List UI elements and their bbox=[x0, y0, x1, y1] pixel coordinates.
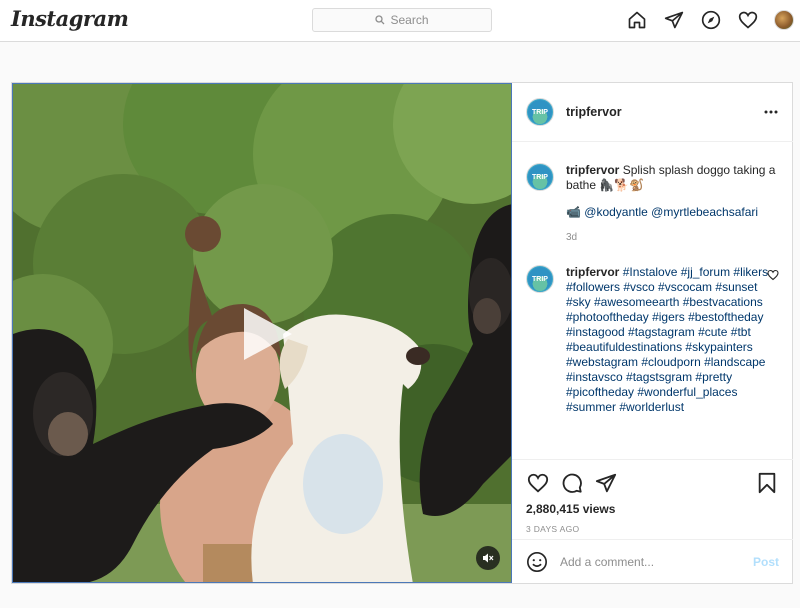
ellipsis-icon bbox=[764, 110, 778, 114]
save-icon[interactable] bbox=[755, 471, 779, 495]
comment-hashtags[interactable]: #Instalove #jj_forum #likers #followers … bbox=[566, 265, 768, 414]
caption-username[interactable]: tripfervor bbox=[566, 163, 619, 177]
mute-button[interactable] bbox=[476, 546, 500, 570]
post-actions: 2,880,415 views 3 DAYS AGO bbox=[512, 459, 793, 539]
caption-body: tripfervor Splish splash doggo taking a … bbox=[566, 163, 779, 245]
author-username[interactable]: tripfervor bbox=[566, 105, 622, 119]
avatar-logo: TRIP bbox=[528, 267, 552, 291]
home-icon[interactable] bbox=[626, 9, 648, 31]
comment-body: tripfervor #Instalove #jj_forum #likers … bbox=[566, 265, 779, 415]
heart-icon[interactable] bbox=[737, 9, 759, 31]
top-navigation-bar: Instagram Search bbox=[0, 0, 800, 42]
comment-username[interactable]: tripfervor bbox=[566, 265, 619, 279]
nav-icons bbox=[611, 9, 794, 31]
post-timestamp[interactable]: 3 DAYS AGO bbox=[526, 524, 779, 534]
avatar-logo: TRIP bbox=[528, 165, 552, 189]
avatar-logo: TRIP bbox=[528, 100, 552, 124]
post-header: TRIP tripfervor bbox=[512, 83, 793, 142]
search-icon bbox=[375, 15, 385, 25]
play-icon[interactable] bbox=[236, 304, 296, 364]
profile-avatar[interactable] bbox=[774, 10, 794, 30]
action-row bbox=[526, 468, 779, 498]
caption-mentions[interactable]: 📹 @kodyantle @myrtlebeachsafari bbox=[566, 205, 779, 220]
more-options-button[interactable] bbox=[763, 104, 779, 120]
view-count[interactable]: 2,880,415 views bbox=[526, 502, 779, 516]
search-placeholder: Search bbox=[390, 13, 429, 27]
instagram-logo[interactable]: Instagram bbox=[11, 6, 129, 31]
post-sidebar: TRIP tripfervor TRIP tripfervor Splish s… bbox=[512, 83, 793, 583]
search-input[interactable]: Search bbox=[312, 8, 492, 32]
like-icon[interactable] bbox=[526, 471, 550, 495]
explore-icon[interactable] bbox=[700, 9, 722, 31]
emoji-icon[interactable] bbox=[526, 551, 548, 573]
comment-input[interactable] bbox=[560, 554, 740, 569]
comment-item: TRIP tripfervor #Instalove #jj_forum #li… bbox=[526, 265, 779, 415]
caption: TRIP tripfervor Splish splash doggo taki… bbox=[526, 163, 779, 245]
caption-avatar[interactable]: TRIP bbox=[526, 163, 554, 191]
speaker-muted-icon bbox=[483, 553, 494, 563]
post-comment-button[interactable]: Post bbox=[753, 555, 779, 569]
caption-age: 3d bbox=[566, 232, 578, 243]
share-icon[interactable] bbox=[594, 471, 618, 495]
post-card: TRIP tripfervor TRIP tripfervor Splish s… bbox=[11, 82, 793, 584]
direct-icon[interactable] bbox=[663, 9, 685, 31]
comment-avatar[interactable]: TRIP bbox=[526, 265, 554, 293]
comment-like-icon[interactable] bbox=[767, 269, 779, 281]
comments-list[interactable]: TRIP tripfervor Splish splash doggo taki… bbox=[512, 143, 793, 459]
comment-icon[interactable] bbox=[560, 471, 584, 495]
author-avatar[interactable]: TRIP bbox=[526, 98, 554, 126]
video-player[interactable] bbox=[12, 83, 512, 583]
add-comment-form: Post bbox=[512, 539, 793, 583]
